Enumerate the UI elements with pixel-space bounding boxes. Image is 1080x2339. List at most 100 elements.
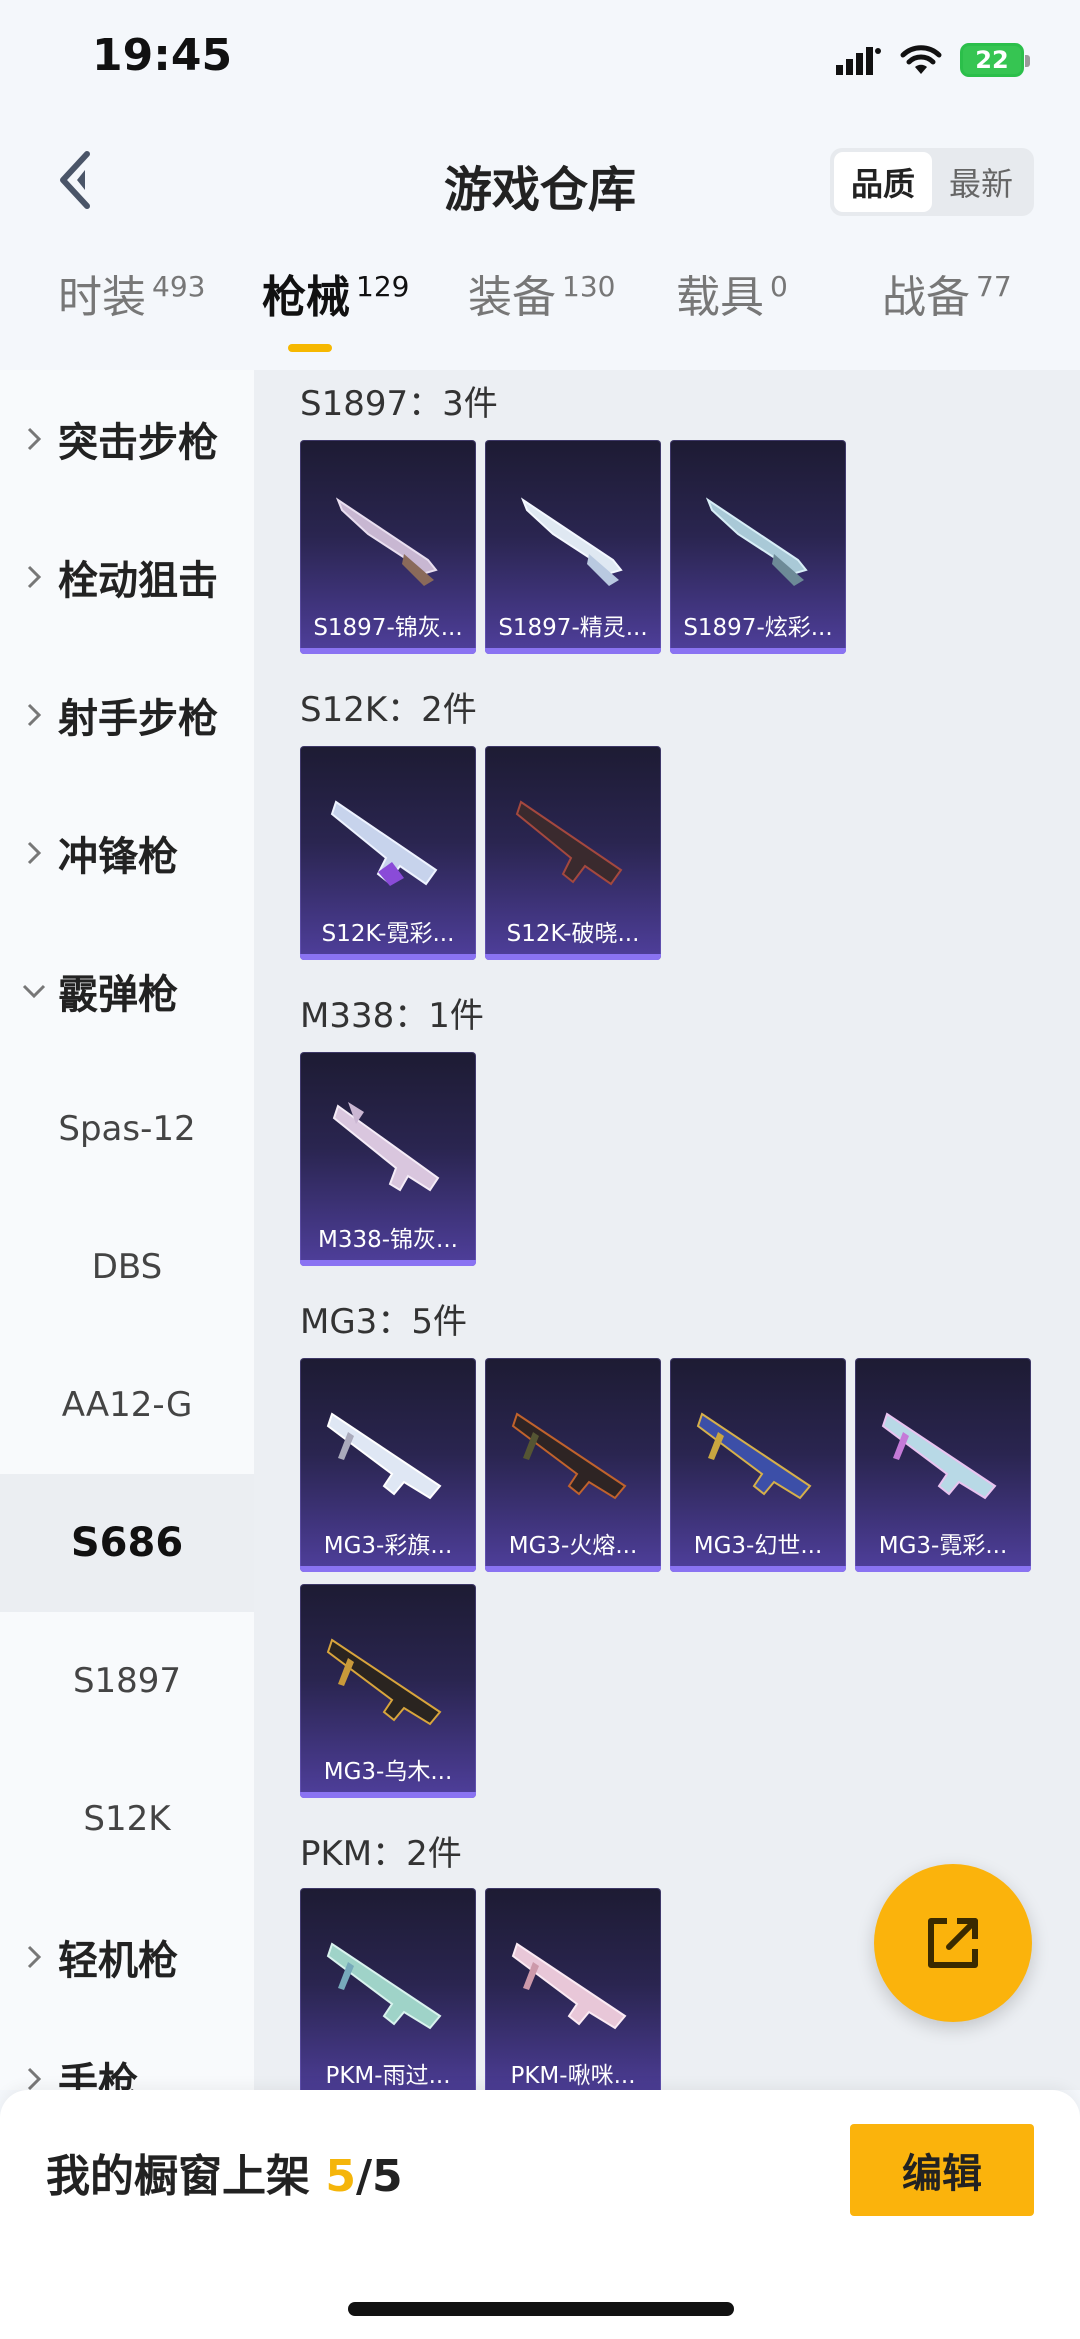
sidebar-item-lmg[interactable]: 轻机枪 — [0, 1888, 254, 2026]
tab-vehicles[interactable]: 载具 0 — [676, 270, 788, 325]
group-title-m338: M338：1件 — [300, 996, 484, 1036]
sort-toggle: 品质 最新 — [830, 148, 1034, 216]
back-button[interactable] — [40, 142, 110, 218]
weapon-card[interactable]: MG3-霓彩... — [855, 1358, 1031, 1572]
chevron-right-icon — [20, 1943, 48, 1971]
card-rarity-bar — [485, 1566, 661, 1572]
tab-firearms[interactable]: 枪械 129 — [262, 270, 410, 325]
chevron-left-icon — [60, 151, 90, 209]
sidebar-item-bolt-sniper[interactable]: 栓动狙击 — [0, 508, 254, 646]
weapon-card[interactable]: PKM-雨过... — [300, 1888, 476, 2090]
gun-image — [511, 1942, 627, 2030]
gun-image — [335, 497, 438, 586]
weapon-name: S1897-精灵... — [498, 615, 648, 641]
group-title-s1897: S1897：3件 — [300, 384, 498, 424]
gun-image — [326, 1412, 442, 1500]
gun-image — [326, 1638, 442, 1726]
sidebar-subitem-spas12[interactable]: Spas-12 — [0, 1060, 254, 1198]
weapon-name: MG3-幻世... — [693, 1533, 823, 1559]
card-rarity-bar — [485, 954, 661, 960]
gun-image — [332, 1102, 440, 1192]
home-indicator — [348, 2302, 734, 2316]
sidebar-item-assault-rifle[interactable]: 突击步枪 — [0, 370, 254, 508]
tab-label: 战备 — [882, 272, 970, 323]
gun-image — [326, 1942, 442, 2030]
card-rarity-bar — [300, 954, 476, 960]
card-rarity-bar — [670, 1566, 846, 1572]
sidebar-item-label: 手枪 — [58, 2060, 138, 2090]
weapon-card[interactable]: M338-锦灰... — [300, 1052, 476, 1266]
chevron-right-icon — [20, 839, 48, 867]
chevron-right-icon — [20, 2065, 48, 2090]
weapon-name: S12K-破晓... — [506, 921, 640, 947]
edit-button[interactable]: 编辑 — [850, 2124, 1034, 2216]
share-fab-button[interactable] — [874, 1864, 1032, 2022]
tab-count: 129 — [356, 270, 410, 303]
tab-supplies[interactable]: 战备 77 — [882, 270, 1012, 325]
sidebar-item-label: 冲锋枪 — [58, 834, 178, 880]
battery-icon: 22 — [960, 43, 1030, 77]
sort-newest-option[interactable]: 最新 — [932, 152, 1030, 212]
weapon-card[interactable]: S1897-锦灰... — [300, 440, 476, 654]
gun-image — [705, 497, 808, 586]
sidebar-subitem-s12k[interactable]: S12K — [0, 1750, 254, 1888]
chevron-right-icon — [20, 701, 48, 729]
tab-count: 0 — [770, 270, 788, 303]
group-title-pkm: PKM：2件 — [300, 1834, 462, 1874]
weapon-card[interactable]: S1897-炫彩... — [670, 440, 846, 654]
shelf-label: 我的橱窗上架 — [46, 2151, 326, 2202]
weapon-card[interactable]: MG3-乌木... — [300, 1584, 476, 1798]
tab-label: 时装 — [58, 272, 146, 323]
chevron-right-icon — [20, 563, 48, 591]
card-rarity-bar — [300, 1566, 476, 1572]
chevron-down-icon — [20, 977, 48, 1005]
weapon-card[interactable]: S1897-精灵... — [485, 440, 661, 654]
card-rarity-bar — [300, 648, 476, 654]
status-time: 19:45 — [92, 30, 233, 81]
card-rarity-bar — [300, 1260, 476, 1266]
sidebar-subitem-s1897[interactable]: S1897 — [0, 1612, 254, 1750]
card-rarity-bar — [485, 648, 661, 654]
sidebar-subitem-s686[interactable]: S686 — [0, 1474, 254, 1612]
tab-label: 载具 — [676, 272, 764, 323]
weapon-name: MG3-霓彩... — [878, 1533, 1008, 1559]
shelf-total-count: /5 — [355, 2151, 403, 2202]
share-external-icon — [928, 1918, 978, 1968]
weapon-card[interactable]: S12K-破晓... — [485, 746, 661, 960]
tab-count: 77 — [976, 270, 1012, 303]
status-bar: 19:45 22 — [0, 0, 1080, 120]
category-tabs: 时装 493 枪械 129 装备 130 载具 0 战备 77 — [0, 262, 1080, 362]
sidebar-subitem-aa12g[interactable]: AA12-G — [0, 1336, 254, 1474]
gun-image — [520, 497, 623, 586]
sidebar-item-pistol[interactable]: 手枪 — [0, 2010, 254, 2090]
sort-quality-option[interactable]: 品质 — [834, 152, 932, 212]
weapon-type-sidebar: 突击步枪 栓动狙击 射手步枪 冲锋枪 霰弹枪 Spas-12 DBS AA12-… — [0, 370, 254, 2090]
sidebar-item-label: 霰弹枪 — [58, 972, 178, 1018]
weapon-card[interactable]: MG3-火熔... — [485, 1358, 661, 1572]
sidebar-item-label: 轻机枪 — [58, 1938, 178, 1984]
tab-active-indicator — [288, 344, 332, 352]
weapon-card[interactable]: MG3-彩旗... — [300, 1358, 476, 1572]
tab-label: 装备 — [468, 272, 556, 323]
card-rarity-bar — [300, 1792, 476, 1798]
card-rarity-bar — [855, 1566, 1031, 1572]
card-rarity-bar — [670, 648, 846, 654]
weapon-name: PKM-雨过... — [325, 2063, 451, 2089]
tab-fashion[interactable]: 时装 493 — [58, 270, 205, 325]
sidebar-item-label: 突击步枪 — [58, 420, 218, 466]
wifi-icon — [900, 45, 942, 74]
header: 游戏仓库 品质 最新 — [0, 120, 1080, 240]
weapon-name: S1897-锦灰... — [313, 615, 463, 641]
gun-image — [881, 1412, 997, 1500]
weapon-name: MG3-火熔... — [508, 1533, 638, 1559]
sidebar-item-shotgun[interactable]: 霰弹枪 — [0, 922, 254, 1060]
gun-image — [330, 800, 438, 886]
weapon-card[interactable]: PKM-啾咪... — [485, 1888, 661, 2090]
gun-image — [696, 1412, 812, 1500]
sidebar-subitem-dbs[interactable]: DBS — [0, 1198, 254, 1336]
sidebar-item-smg[interactable]: 冲锋枪 — [0, 784, 254, 922]
weapon-card[interactable]: S12K-霓彩... — [300, 746, 476, 960]
weapon-card[interactable]: MG3-幻世... — [670, 1358, 846, 1572]
sidebar-item-marksman-rifle[interactable]: 射手步枪 — [0, 646, 254, 784]
tab-equipment[interactable]: 装备 130 — [468, 270, 615, 325]
